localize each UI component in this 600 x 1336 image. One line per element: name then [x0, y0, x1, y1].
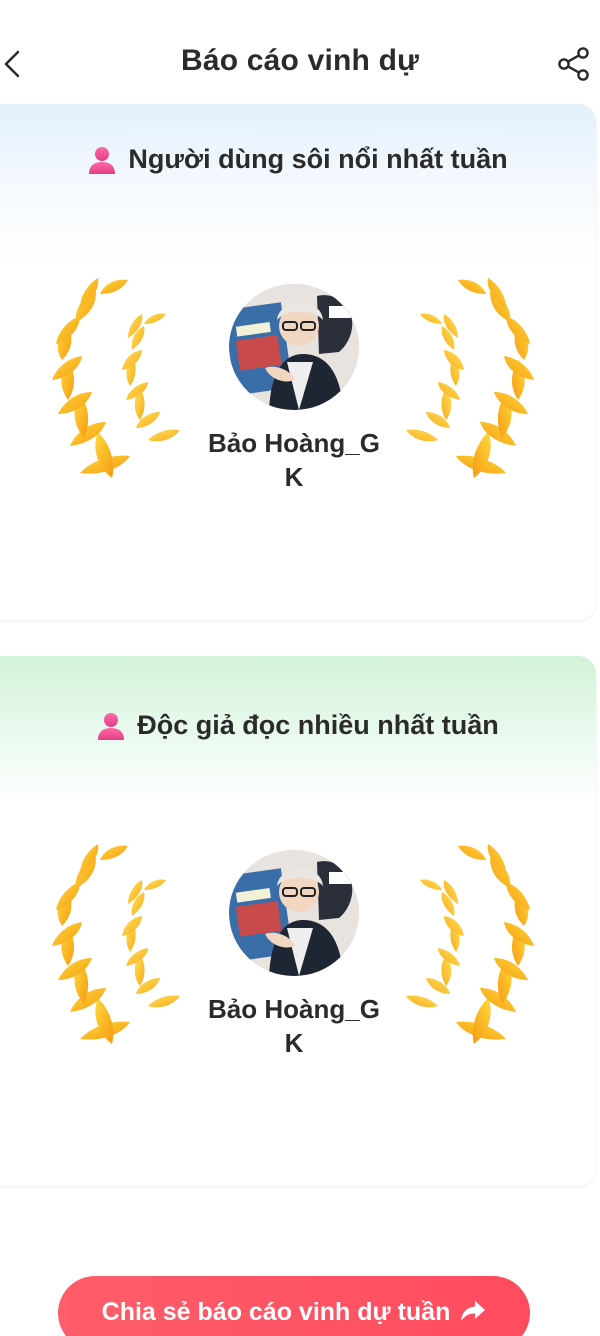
top-reader-card: Độc giả đọc nhiều nhất tuần Bảo Hoàng_GK	[0, 656, 596, 1186]
laurel-right-icon	[406, 844, 534, 1044]
card-heading-label: Người dùng sôi nổi nhất tuần	[128, 144, 508, 174]
most-active-user-card: Người dùng sôi nổi nhất tuần Bảo Hoàng_G…	[0, 104, 596, 620]
share-button[interactable]	[554, 44, 594, 84]
page-title: Báo cáo vinh dự	[180, 44, 420, 77]
card-heading: Độc giả đọc nhiều nhất tuần	[0, 710, 596, 741]
app-header: Báo cáo vinh dự	[0, 0, 600, 104]
share-icon	[558, 47, 589, 81]
share-arrow-icon	[461, 1301, 486, 1321]
card-heading-label: Độc giả đọc nhiều nhất tuần	[137, 710, 499, 740]
user-avatar[interactable]	[229, 284, 359, 410]
person-icon	[98, 712, 125, 740]
honor-report-page: Báo cáo vinh dự Người dùng sôi nổi nhất …	[0, 0, 600, 1336]
person-icon	[89, 146, 116, 174]
share-weekly-report-label: Chia sẻ báo cáo vinh dự tuần	[101, 1298, 451, 1326]
share-weekly-report-button[interactable]: Chia sẻ báo cáo vinh dự tuần	[58, 1276, 530, 1336]
user-avatar[interactable]	[229, 850, 359, 976]
card-heading: Người dùng sôi nổi nhất tuần	[0, 144, 596, 175]
user-name: Bảo Hoàng_GK	[208, 994, 380, 1058]
laurel-right-icon	[406, 278, 534, 478]
user-name: Bảo Hoàng_GK	[208, 428, 380, 492]
laurel-left-icon	[52, 278, 180, 478]
laurel-left-icon	[52, 844, 180, 1044]
